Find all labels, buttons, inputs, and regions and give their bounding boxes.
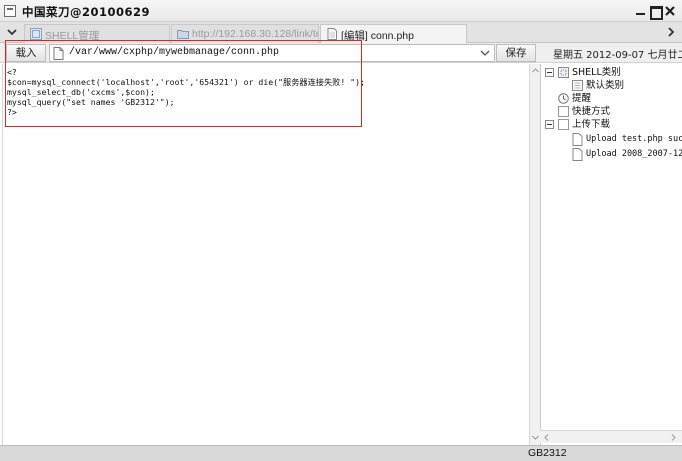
tree-label: Upload 2008_2007-12- (586, 149, 682, 159)
window-title: 中国菜刀@20100629 (22, 5, 151, 19)
sidebar-horizontal-scrollbar[interactable] (540, 430, 682, 443)
file-icon (326, 28, 338, 40)
code-text[interactable]: <? $con=mysql_connect('localhost','root',… (7, 67, 365, 117)
title-bar: 中国菜刀@20100629 (0, 0, 682, 22)
code-line: ?> (7, 107, 17, 117)
shell-category-icon (558, 67, 569, 78)
code-line: $con=mysql_connect('localhost','root','6… (7, 77, 365, 87)
editor-toolbar: 载入 /var/www/cxphp/mywebmanage/conn.php 保… (0, 43, 682, 63)
tree-label: 默认类别 (586, 80, 625, 91)
editor-vertical-scrollbar[interactable] (529, 64, 540, 445)
tree-label: Upload test.php succ (586, 134, 682, 144)
default-category-icon (572, 80, 583, 91)
date-display: 星期五 2012-09-07 七月廿二 (553, 50, 682, 61)
tab-scroll-chevron-right-icon[interactable] (664, 25, 678, 39)
upload-download-icon (558, 119, 569, 130)
encoding-indicator: GB2312 (528, 447, 567, 459)
tab-file-browser[interactable]: http://192.168.30.128/link/test... (171, 24, 319, 43)
chevron-down-icon[interactable] (479, 47, 491, 59)
code-line: mysql_query("set names 'GB2312'"); (7, 97, 175, 107)
tab-label: SHELL管理 (45, 30, 100, 42)
file-path-combobox[interactable]: /var/www/cxphp/mywebmanage/conn.php (49, 44, 495, 62)
app-icon (4, 5, 16, 17)
tree-node-reminder[interactable]: 提醒 (541, 92, 682, 105)
sidebar-tree: SHELL类别 默认类别 提醒 快捷方式 上传下载 Upload test.ph… (540, 64, 682, 445)
tree-node-shell-category[interactable]: SHELL类别 (541, 66, 682, 79)
tree-label: 提醒 (572, 93, 592, 104)
shell-icon (30, 28, 42, 40)
tree-label: 快捷方式 (572, 106, 611, 117)
scroll-right-icon[interactable] (670, 434, 677, 441)
minimize-button[interactable] (634, 4, 648, 18)
scroll-left-icon[interactable] (543, 434, 550, 441)
tab-label: [编辑] conn.php (341, 30, 414, 42)
folder-icon (177, 28, 189, 40)
code-line: <? (7, 67, 17, 77)
document-icon (53, 47, 64, 60)
file-path-value: /var/www/cxphp/mywebmanage/conn.php (69, 47, 280, 58)
reminder-icon (558, 93, 569, 104)
tab-list-chevron-down-icon[interactable] (5, 25, 19, 39)
document-icon (572, 133, 583, 146)
tab-label: http://192.168.30.128/link/test... (192, 28, 318, 40)
tree-node-shortcut[interactable]: 快捷方式 (541, 105, 682, 118)
tree-node-upload-download[interactable]: 上传下载 (541, 118, 682, 131)
document-icon (572, 148, 583, 161)
status-bar: GB2312 (0, 445, 682, 461)
code-line: mysql_select_db('cxcms',$con); (7, 87, 155, 97)
tree-node-upload-2[interactable]: Upload 2008_2007-12- (541, 148, 682, 162)
maximize-button[interactable] (648, 4, 663, 20)
save-button[interactable]: 保存 (496, 44, 536, 62)
code-editor[interactable]: <? $con=mysql_connect('localhost','root',… (2, 64, 529, 445)
tab-shell-manager[interactable]: SHELL管理 (24, 24, 170, 43)
tab-bar: SHELL管理 http://192.168.30.128/link/test.… (0, 22, 682, 43)
close-icon (665, 6, 675, 16)
tree-label: 上传下载 (572, 119, 611, 130)
collapse-icon[interactable] (545, 68, 554, 77)
load-button[interactable]: 载入 (6, 44, 46, 62)
shortcut-icon (558, 106, 569, 117)
tree-node-upload-1[interactable]: Upload test.php succ (541, 133, 682, 147)
tree-node-default-category[interactable]: 默认类别 (541, 79, 682, 92)
collapse-icon[interactable] (545, 120, 554, 129)
scroll-up-icon[interactable] (532, 67, 539, 74)
close-button[interactable] (663, 4, 677, 18)
tab-edit-conn-php[interactable]: [编辑] conn.php (320, 24, 467, 43)
scroll-down-icon[interactable] (532, 434, 539, 441)
tree-label: SHELL类别 (572, 67, 621, 78)
